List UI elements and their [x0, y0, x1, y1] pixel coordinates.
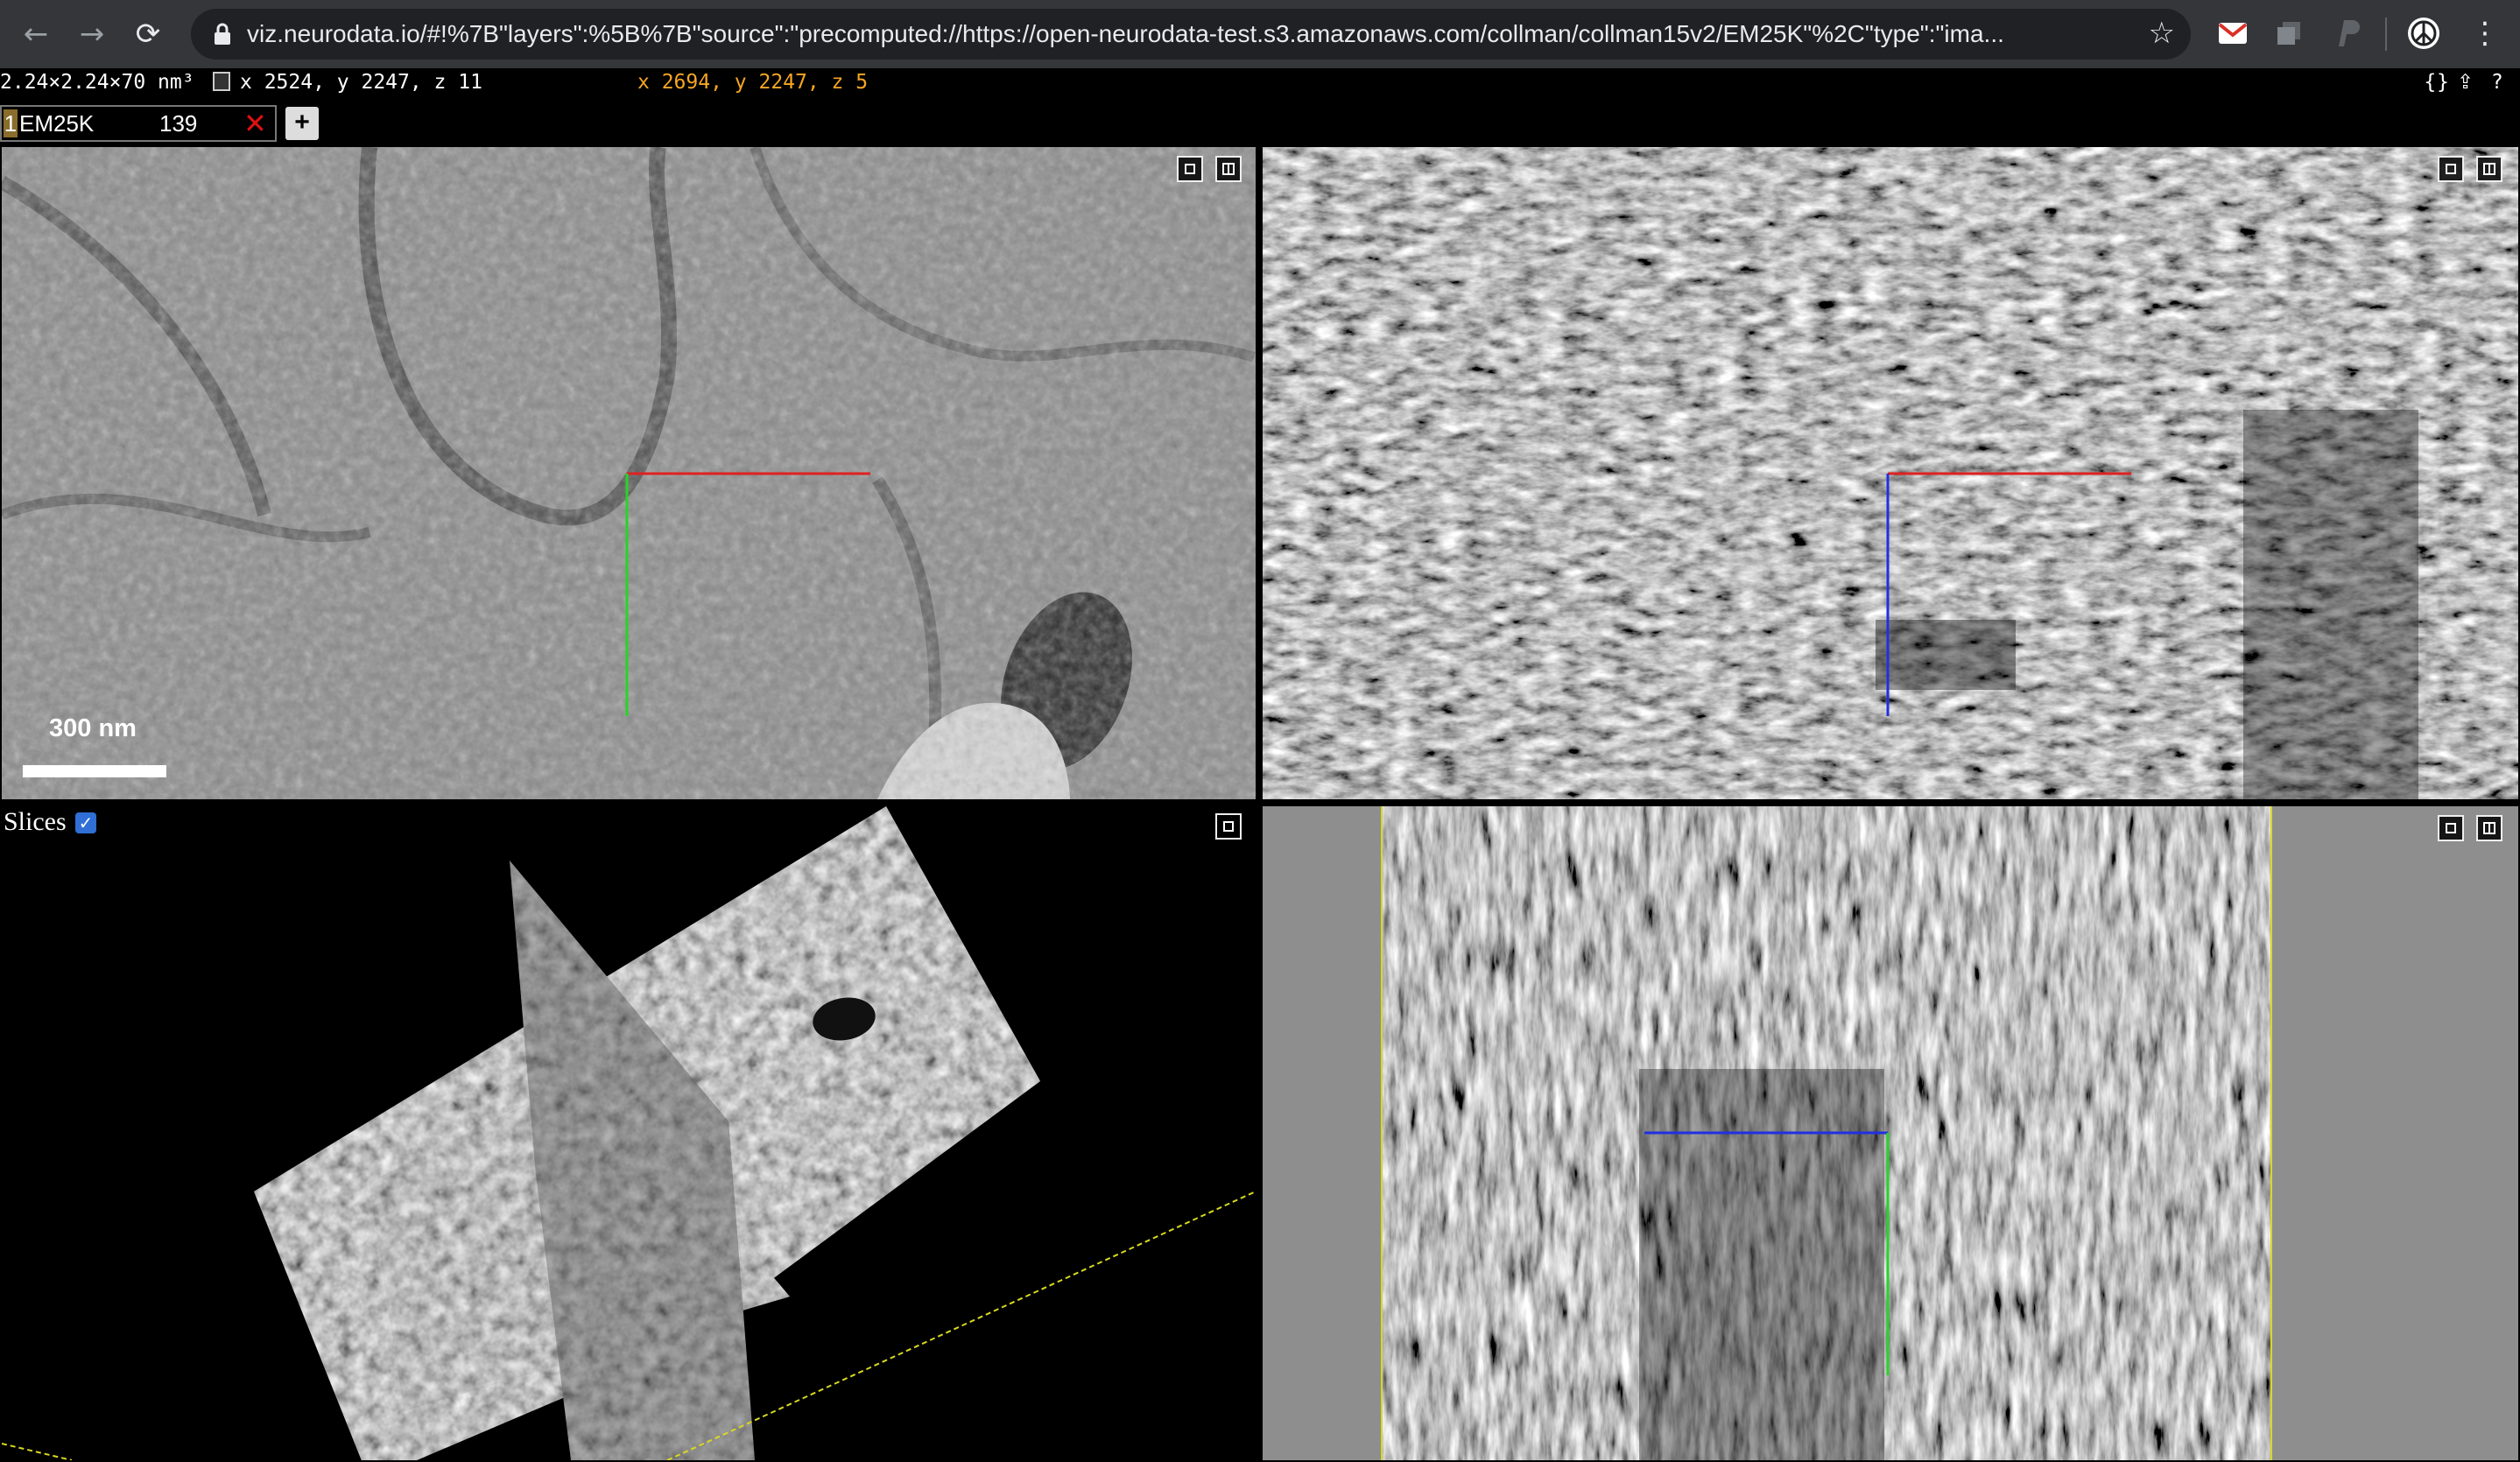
address-bar[interactable]: viz.neurodata.io/#!%7B"layers":%5B%7B"so…	[191, 9, 2191, 60]
copy-position-icon[interactable]	[213, 72, 230, 91]
maximize-panel-button[interactable]	[2438, 156, 2464, 182]
gmail-extension-icon[interactable]	[2215, 16, 2250, 51]
browser-menu-icon[interactable]: ⋮	[2467, 16, 2502, 51]
xz-slice-view[interactable]	[1263, 147, 2518, 799]
pocket-extension-icon[interactable]	[2329, 16, 2364, 51]
maximize-icon	[1223, 821, 1234, 832]
maximize-icon	[1185, 164, 1195, 174]
maximize-panel-button[interactable]	[1215, 813, 1242, 840]
back-arrow-icon: ←	[23, 17, 49, 52]
layer-panel: 1 EM25K 139 ✕ +	[0, 98, 2520, 145]
cursor-position-readout: x 2694, y 2247, z 5	[637, 71, 869, 94]
back-button[interactable]: ←	[14, 12, 58, 56]
layout-panel-button[interactable]	[2476, 156, 2502, 182]
voxel-size-readout: 2.24×2.24×70 nm³	[0, 71, 194, 94]
share-icon[interactable]: ⇪	[2457, 68, 2474, 96]
bookmark-star-icon[interactable]: ☆	[2149, 16, 2175, 51]
bounding-box-edge	[2, 1443, 73, 1460]
yz-slice-view[interactable]	[1263, 806, 2518, 1460]
scale-bar	[23, 765, 166, 777]
remove-layer-icon[interactable]: ✕	[243, 109, 267, 138]
viewer-status-bar: 2.24×2.24×70 nm³ x 2524, y 2247, z 11 x …	[0, 68, 2520, 96]
help-button[interactable]: ?	[2492, 68, 2502, 96]
layer-value: 139	[159, 110, 198, 137]
lock-icon	[215, 23, 230, 45]
add-layer-button[interactable]: +	[285, 107, 319, 140]
em-image-yz	[1263, 806, 2518, 1460]
edit-json-button[interactable]: {}	[2424, 68, 2449, 96]
browser-toolbar: ← → ⟳ viz.neurodata.io/#!%7B"layers":%5B…	[0, 0, 2520, 68]
em-image-xy	[2, 147, 1256, 799]
3d-view[interactable]: Slices ✓	[2, 806, 1256, 1460]
layer-number: 1	[4, 109, 18, 137]
maximize-icon	[2446, 823, 2456, 833]
slices-checkbox[interactable]: ✓	[75, 812, 96, 833]
slices-label: Slices	[4, 807, 67, 836]
split-layout-icon	[2483, 822, 2495, 834]
mouse-position-readout[interactable]: x 2524, y 2247, z 11	[240, 68, 482, 96]
layout-panel-button[interactable]	[2476, 815, 2502, 841]
url-text[interactable]: viz.neurodata.io/#!%7B"layers":%5B%7B"so…	[247, 19, 2129, 49]
split-layout-icon	[2483, 163, 2495, 175]
split-layout-icon	[1222, 163, 1235, 175]
3d-slices-render	[2, 806, 1256, 1460]
layer-chip-em25k[interactable]: 1 EM25K 139 ✕	[0, 105, 277, 142]
tabs-extension-icon[interactable]	[2271, 16, 2306, 51]
forward-button[interactable]: →	[70, 12, 114, 56]
maximize-panel-button[interactable]	[1177, 156, 1203, 182]
profile-avatar-icon[interactable]	[2406, 16, 2441, 51]
reload-button[interactable]: ⟳	[126, 12, 170, 56]
maximize-icon	[2446, 164, 2456, 174]
layer-name[interactable]: EM25K	[19, 109, 94, 137]
scale-bar-label: 300 nm	[49, 714, 137, 742]
layout-panel-button[interactable]	[1215, 156, 1242, 182]
reload-icon: ⟳	[135, 17, 161, 52]
toolbar-divider	[2385, 18, 2387, 51]
em-image-xz	[1263, 147, 2518, 799]
maximize-panel-button[interactable]	[2438, 815, 2464, 841]
forward-arrow-icon: →	[79, 17, 105, 52]
xy-slice-view[interactable]: 300 nm	[2, 147, 1256, 799]
